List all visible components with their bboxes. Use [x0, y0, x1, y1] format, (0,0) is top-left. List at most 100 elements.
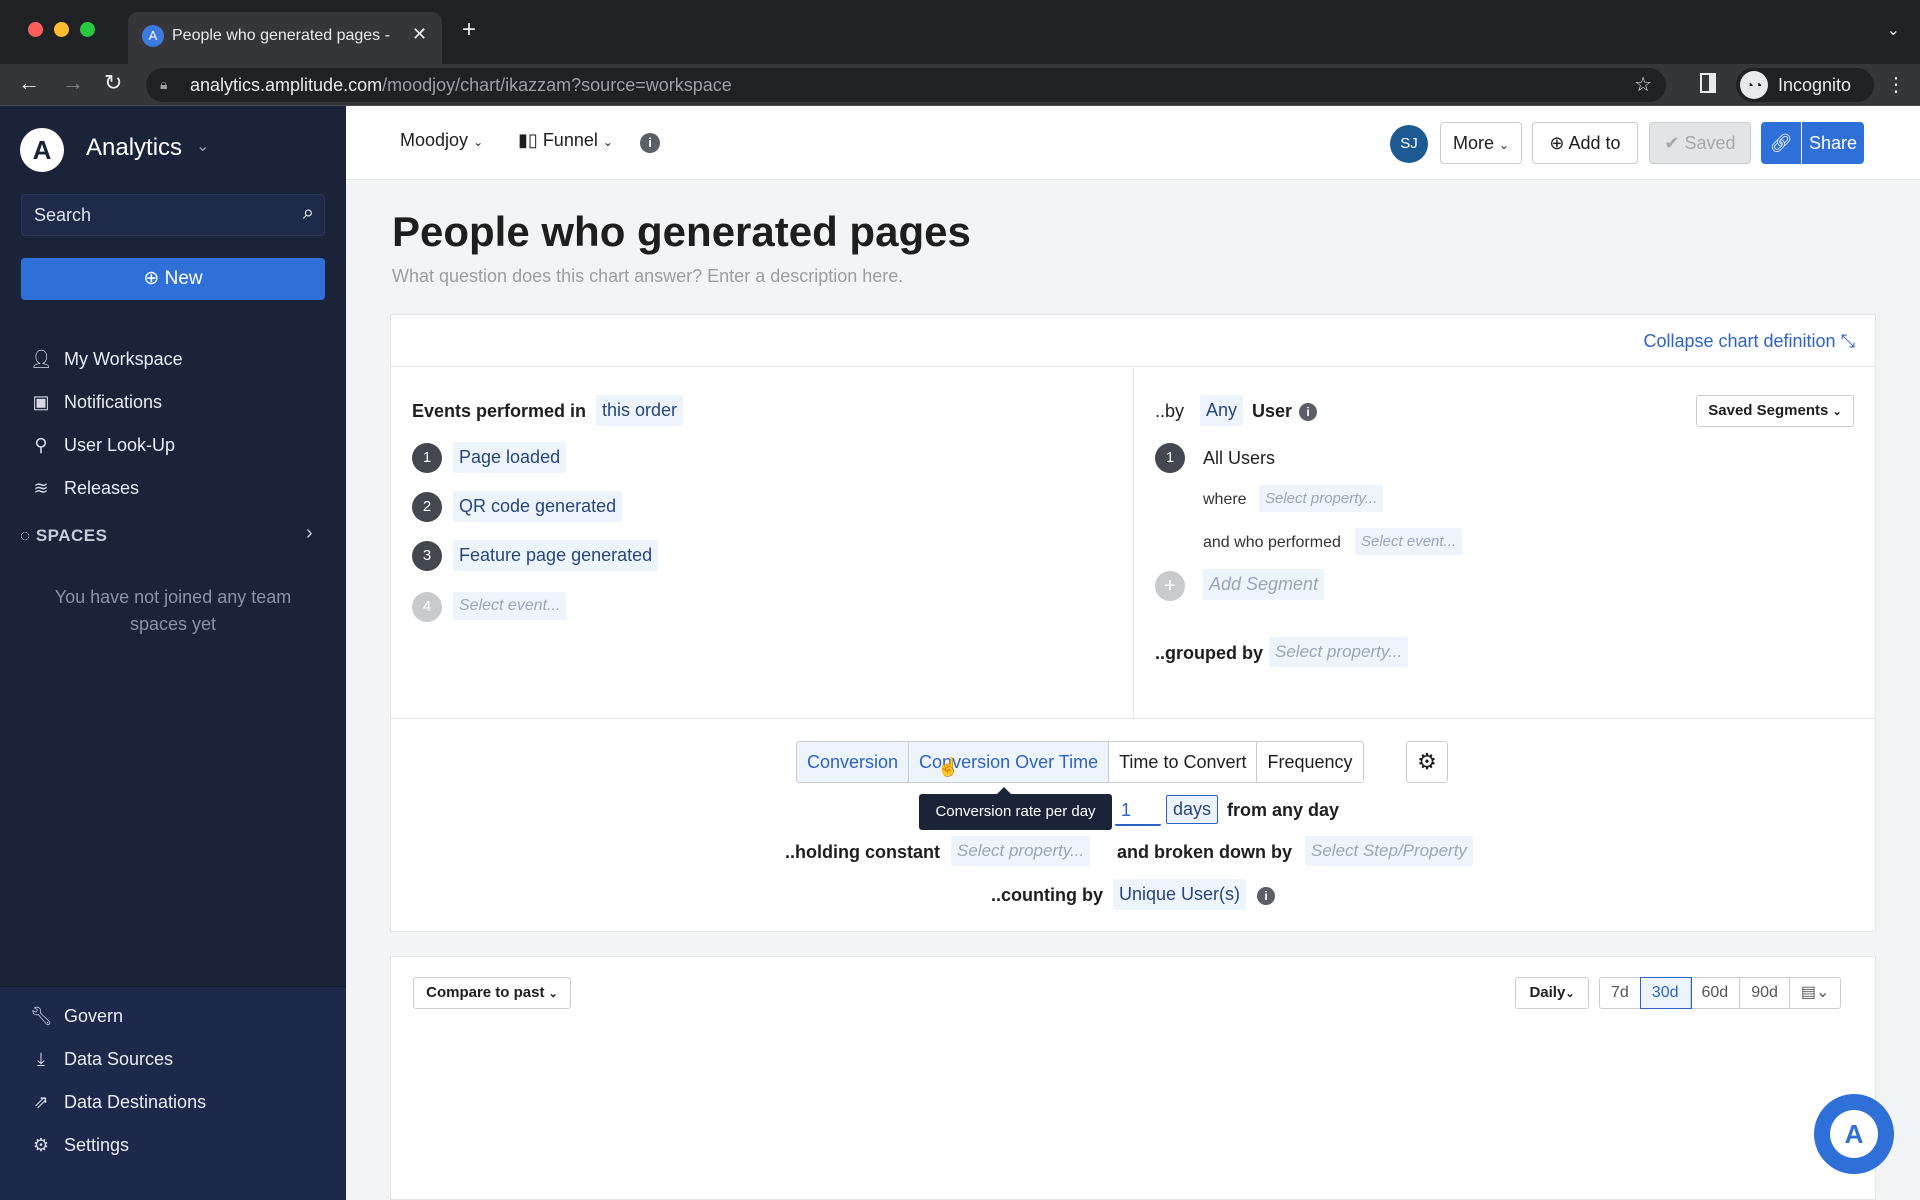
where-label: where: [1203, 491, 1247, 508]
app-switcher[interactable]: Analytics: [86, 134, 182, 162]
add-segment-button[interactable]: Add Segment: [1203, 569, 1325, 600]
holding-constant-input[interactable]: Select property...: [951, 836, 1091, 866]
info-icon[interactable]: i: [1257, 887, 1275, 905]
new-button[interactable]: ⊕ New: [21, 258, 325, 300]
chevron-down-icon: ⌄: [548, 988, 558, 1000]
event-step-1[interactable]: Page loaded: [453, 442, 567, 473]
saved-button[interactable]: ✔ Saved: [1649, 122, 1751, 164]
sidebar-item-data-destinations[interactable]: ⇗ Data Destinations: [30, 1085, 206, 1119]
tab-time-to-convert[interactable]: Time to Convert: [1109, 742, 1258, 782]
url-field[interactable]: 🔒︎ analytics.amplitude.com/moodjoy/chart…: [146, 68, 1666, 102]
range-90d[interactable]: 90d: [1740, 978, 1790, 1008]
releases-icon: ≋: [33, 477, 49, 498]
divider: [391, 718, 1875, 719]
chart-results-card: Compare to past ⌄ Daily⌄ 7d 30d 60d 90d …: [390, 956, 1876, 1200]
sidebar-item-label: Data Destinations: [64, 1091, 207, 1112]
saved-segments-dropdown[interactable]: Saved Segments ⌄: [1696, 395, 1854, 427]
range-30d[interactable]: 30d: [1639, 977, 1692, 1009]
chart-settings-gear-icon[interactable]: ⚙: [1406, 741, 1448, 783]
event-step-3[interactable]: Feature page generated: [453, 540, 659, 571]
range-60d[interactable]: 60d: [1691, 978, 1741, 1008]
compare-to-past-dropdown[interactable]: Compare to past ⌄: [413, 977, 571, 1009]
select-event-input[interactable]: Select event...: [453, 592, 567, 620]
order-dropdown[interactable]: this order: [596, 395, 684, 426]
any-dropdown[interactable]: Any: [1200, 395, 1244, 426]
browser-tab[interactable]: A People who generated pages - ✕: [128, 12, 442, 64]
chart-title[interactable]: People who generated pages: [392, 208, 971, 256]
close-tab-icon[interactable]: ✕: [412, 24, 427, 45]
side-panel-icon[interactable]: [1700, 73, 1716, 93]
maximize-window-button[interactable]: [80, 22, 95, 37]
tab-search-chevron-icon[interactable]: ⌄: [1887, 20, 1900, 40]
check-icon: ✔: [1664, 133, 1685, 153]
collapse-chart-definition-link[interactable]: Collapse chart definition ⤡: [1643, 331, 1855, 352]
counting-by-dropdown[interactable]: Unique User(s): [1113, 879, 1247, 910]
where-property-input[interactable]: Select property...: [1259, 485, 1384, 512]
download-icon: ⤓: [37, 1048, 45, 1069]
plus-circle-icon: ⊕: [1549, 133, 1569, 153]
events-label: Events performed in: [412, 401, 587, 421]
search-placeholder: Search: [34, 205, 92, 225]
sidebar-item-my-workspace[interactable]: 👤︎ My Workspace: [30, 342, 183, 376]
sidebar-item-govern[interactable]: 🔧︎ Govern: [30, 999, 123, 1033]
sidebar-item-settings[interactable]: ⚙ Settings: [30, 1128, 129, 1162]
sidebar-item-label: My Workspace: [64, 348, 183, 369]
sidebar-item-label: Releases: [64, 477, 140, 498]
event-step-2[interactable]: QR code generated: [453, 491, 623, 522]
calendar-icon[interactable]: ▤⌄: [1790, 978, 1841, 1008]
bookmark-star-icon[interactable]: ☆: [1634, 72, 1652, 97]
export-icon: ⇗: [33, 1091, 49, 1112]
tab-frequency[interactable]: Frequency: [1257, 742, 1363, 782]
conversion-window-input[interactable]: 1: [1115, 797, 1161, 826]
divider: [1133, 368, 1134, 718]
new-tab-icon[interactable]: +: [462, 16, 476, 44]
tooltip: Conversion rate per day: [919, 787, 1112, 830]
amplitude-logo-icon[interactable]: A: [20, 128, 64, 172]
spaces-header[interactable]: ◌ SPACES: [20, 526, 107, 546]
cursor-hand-icon: ☝: [937, 757, 960, 777]
by-label: ..by: [1155, 401, 1185, 421]
plus-circle-icon: ⊕: [143, 268, 165, 289]
info-icon[interactable]: i: [1299, 403, 1317, 421]
gear-icon: ⚙: [32, 1134, 50, 1155]
range-7d[interactable]: 7d: [1600, 978, 1641, 1008]
back-icon[interactable]: ←: [18, 70, 40, 96]
tab-conversion[interactable]: Conversion: [797, 742, 910, 782]
share-button[interactable]: Share: [1802, 122, 1864, 164]
funnel-icon: ▮▯: [518, 130, 543, 150]
forward-icon[interactable]: →: [62, 70, 84, 96]
sidebar-search-input[interactable]: Search ⌕: [21, 194, 325, 236]
chevron-right-icon[interactable]: ›: [306, 522, 313, 545]
sidebar-item-label: Govern: [64, 1005, 124, 1026]
chart-type-dropdown[interactable]: ▮▯ Funnel ⌄: [518, 130, 613, 151]
minimize-window-button[interactable]: [54, 22, 69, 37]
who-performed-event-input[interactable]: Select event...: [1355, 528, 1463, 555]
add-segment-plus-icon[interactable]: +: [1155, 571, 1185, 601]
chevron-down-icon[interactable]: ⌄: [196, 136, 209, 156]
sidebar-item-user-look-up[interactable]: ⚲ User Look-Up: [30, 428, 175, 462]
avatar[interactable]: SJ: [1390, 125, 1428, 163]
chevron-down-icon: ⌄: [602, 135, 613, 149]
add-to-button[interactable]: ⊕ Add to: [1532, 122, 1638, 164]
close-window-button[interactable]: [28, 22, 43, 37]
amplitude-help-button[interactable]: A: [1814, 1094, 1894, 1174]
copy-link-button[interactable]: 🔗︎: [1761, 122, 1801, 164]
user-label: User: [1252, 401, 1293, 421]
info-icon[interactable]: i: [640, 133, 660, 153]
browser-menu-icon[interactable]: ⋮: [1886, 72, 1906, 97]
grouped-by-property-input[interactable]: Select property...: [1269, 637, 1409, 667]
project-dropdown[interactable]: Moodjoy ⌄: [400, 130, 483, 151]
more-button[interactable]: More ⌄: [1440, 122, 1522, 164]
window-unit-dropdown[interactable]: days: [1166, 795, 1219, 824]
sidebar-item-notifications[interactable]: ▣ Notifications: [30, 385, 162, 419]
reload-icon[interactable]: ↻: [104, 70, 122, 96]
spaces-label: SPACES: [35, 526, 108, 545]
sidebar-item-data-sources[interactable]: ⤓ Data Sources: [30, 1042, 173, 1076]
chart-description-input[interactable]: What question does this chart answer? En…: [392, 266, 903, 287]
broken-down-input[interactable]: Select Step/Property: [1305, 836, 1473, 866]
holding-constant-label: ..holding constant: [785, 842, 940, 862]
sidebar-item-releases[interactable]: ≋ Releases: [30, 471, 139, 505]
segment-name[interactable]: All Users: [1203, 448, 1275, 469]
interval-dropdown[interactable]: Daily⌄: [1515, 977, 1589, 1009]
incognito-profile-button[interactable]: ◔◔ Incognito: [1736, 68, 1874, 102]
